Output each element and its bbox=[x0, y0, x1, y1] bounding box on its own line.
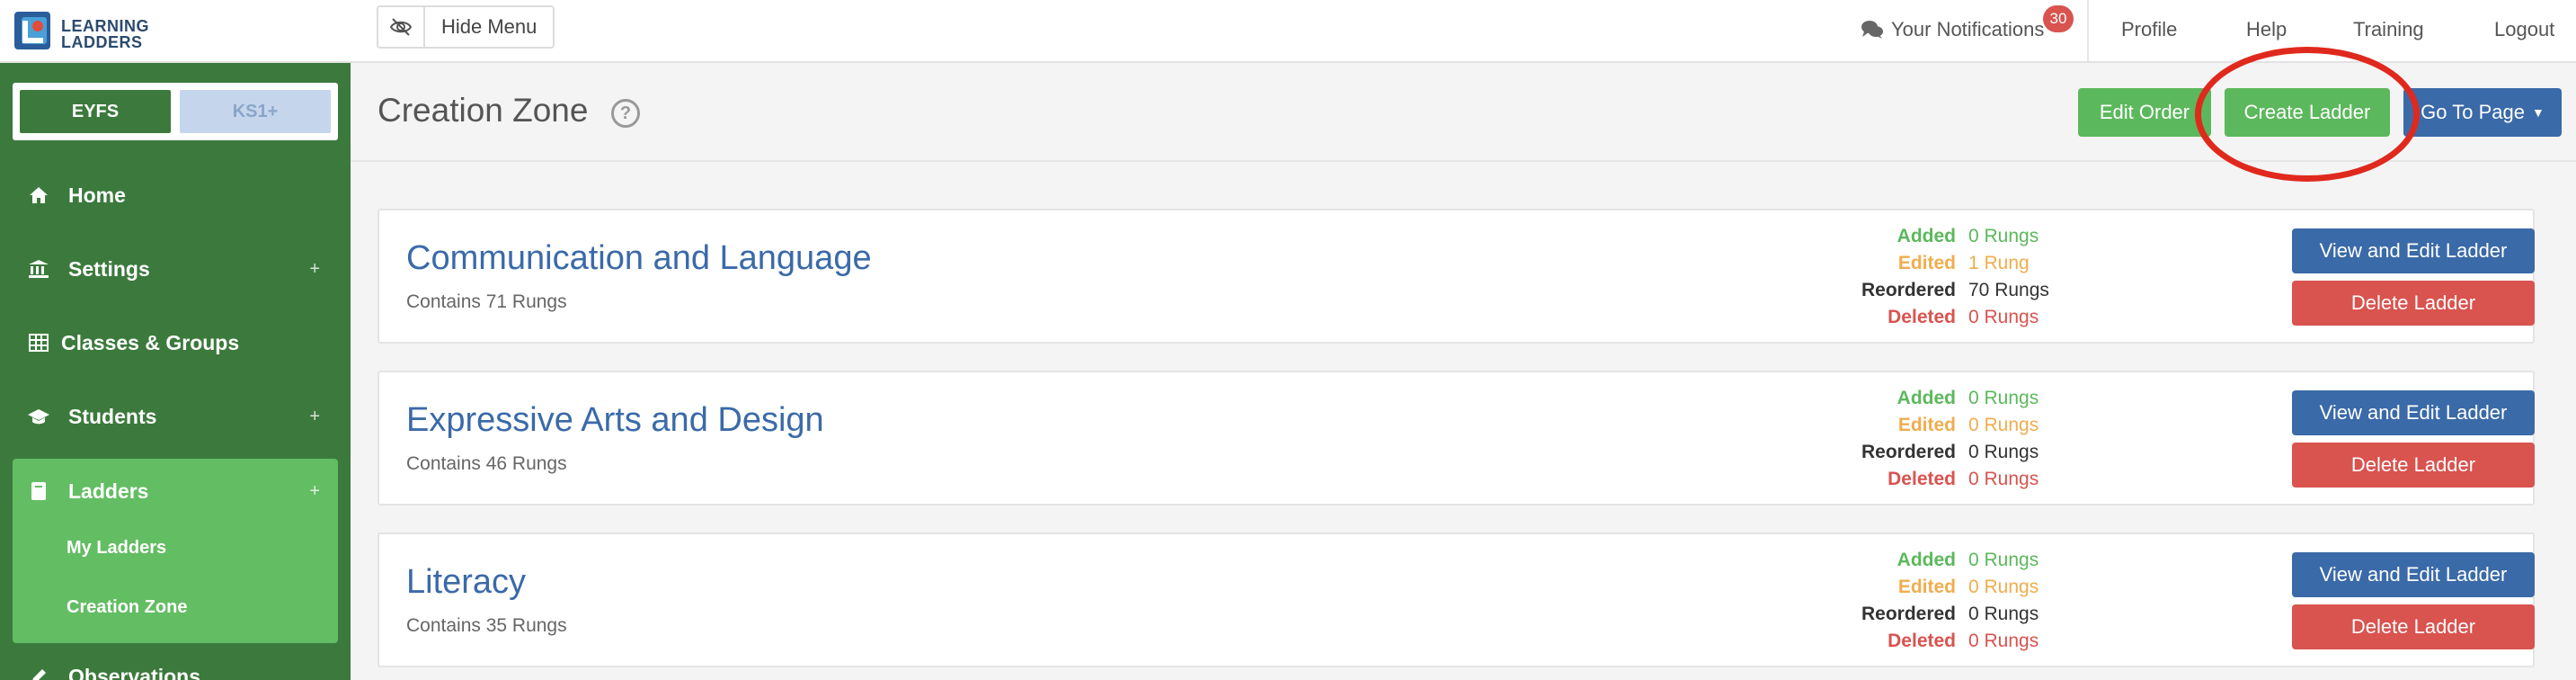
ladder-stats: Added 0 Rungs Edited 0 Rungs Reordered 0 Ru… bbox=[1844, 385, 2078, 493]
stage-toggle: EYFS KS1+ bbox=[13, 83, 338, 140]
notifications-label: Your Notifications bbox=[1891, 18, 2045, 40]
stat-added-label: Added bbox=[1896, 226, 1956, 246]
edit-order-button[interactable]: Edit Order bbox=[2078, 88, 2211, 137]
learning-ladders-logo[interactable]: LEARNING LADDERS bbox=[13, 8, 165, 53]
stat-added-value: 0 Rungs bbox=[1968, 226, 2039, 246]
expand-plus-icon: + bbox=[309, 406, 320, 426]
graduation-cap-icon bbox=[25, 407, 52, 425]
logo-mark-icon bbox=[14, 12, 50, 49]
ladder-rung-count: Contains 71 Rungs bbox=[406, 291, 567, 312]
stat-edited-label: Edited bbox=[1897, 253, 1956, 273]
page-title: Creation Zone bbox=[378, 92, 589, 129]
book-icon bbox=[25, 481, 52, 501]
stat-edited-value: 0 Rungs bbox=[1968, 577, 2039, 597]
expand-plus-icon: + bbox=[309, 258, 320, 279]
stat-reordered-label: Reordered bbox=[1861, 442, 1956, 462]
logout-link[interactable]: Logout bbox=[2494, 18, 2554, 41]
stat-added-label: Added bbox=[1896, 388, 1956, 408]
ladder-rung-count: Contains 46 Rungs bbox=[406, 453, 567, 474]
top-bar: LEARNING LADDERS Hide Menu Your Notifica… bbox=[0, 0, 2576, 63]
stat-deleted-value: 0 Rungs bbox=[1968, 631, 2039, 651]
sidebar-item-label: Ladders bbox=[68, 479, 149, 503]
delete-ladder-button[interactable]: Delete Ladder bbox=[2292, 443, 2535, 488]
notifications-link[interactable]: Your Notifications bbox=[1861, 18, 2044, 41]
sidebar-subitem-creation-zone[interactable]: Creation Zone bbox=[67, 597, 187, 618]
stat-deleted-value: 0 Rungs bbox=[1968, 307, 2039, 327]
table-icon bbox=[25, 334, 52, 352]
stat-edited-label: Edited bbox=[1897, 577, 1956, 597]
sidebar: EYFS KS1+ Home Settings + Classes & Grou… bbox=[0, 63, 351, 680]
ladder-stats: Added 0 Rungs Edited 0 Rungs Reordered 0 Ru… bbox=[1844, 547, 2078, 655]
stage-eyfs-button[interactable]: EYFS bbox=[20, 90, 171, 133]
eye-slash-icon bbox=[378, 7, 425, 47]
sidebar-item-label: Classes & Groups bbox=[61, 330, 240, 354]
top-nav-divider bbox=[2087, 0, 2089, 61]
view-edit-ladder-button[interactable]: View and Edit Ladder bbox=[2292, 390, 2535, 435]
sidebar-item-label: Settings bbox=[68, 256, 150, 281]
bank-icon bbox=[25, 259, 52, 279]
ladder-title[interactable]: Communication and Language bbox=[406, 239, 872, 278]
ladder-title[interactable]: Expressive Arts and Design bbox=[406, 401, 824, 440]
logo-text: LEARNING LADDERS bbox=[61, 17, 149, 51]
stat-added-value: 0 Rungs bbox=[1968, 550, 2039, 570]
expand-plus-icon: + bbox=[309, 480, 320, 501]
sidebar-subitem-my-ladders[interactable]: My Ladders bbox=[67, 538, 166, 559]
sidebar-ladders-group: Ladders + My Ladders Creation Zone bbox=[13, 459, 338, 643]
stat-reordered-label: Reordered bbox=[1861, 280, 1956, 300]
delete-ladder-button[interactable]: Delete Ladder bbox=[2292, 604, 2535, 649]
ladder-card: Expressive Arts and Design Contains 46 R… bbox=[378, 371, 2535, 506]
comments-icon bbox=[1861, 21, 1883, 39]
pencil-icon bbox=[25, 667, 52, 680]
stat-reordered-value: 0 Rungs bbox=[1968, 442, 2039, 462]
stat-edited-value: 1 Rung bbox=[1968, 253, 2030, 273]
delete-ladder-button[interactable]: Delete Ladder bbox=[2292, 281, 2535, 326]
stat-deleted-value: 0 Rungs bbox=[1968, 469, 2039, 489]
sidebar-item-label: Students bbox=[68, 404, 157, 428]
stat-edited-label: Edited bbox=[1897, 415, 1956, 435]
notifications-badge: 30 bbox=[2043, 5, 2074, 32]
sidebar-item-home[interactable]: Home bbox=[13, 168, 338, 222]
question-circle-icon[interactable]: ? bbox=[611, 99, 640, 128]
stat-added-value: 0 Rungs bbox=[1968, 388, 2039, 408]
sidebar-item-classes-groups[interactable]: Classes & Groups bbox=[13, 316, 338, 370]
go-to-page-dropdown[interactable]: Go To Page ▼ bbox=[2403, 88, 2562, 137]
sidebar-item-ladders[interactable]: Ladders + bbox=[13, 464, 338, 518]
training-link[interactable]: Training bbox=[2353, 18, 2424, 41]
ladder-card: Communication and Language Contains 71 R… bbox=[378, 209, 2535, 344]
sidebar-item-label: Observations bbox=[68, 665, 200, 680]
sidebar-item-observations[interactable]: Observations bbox=[13, 661, 338, 680]
annotation-highlight-oval bbox=[2195, 47, 2420, 182]
stat-deleted-label: Deleted bbox=[1888, 307, 1956, 327]
stage-ks1-button[interactable]: KS1+ bbox=[180, 90, 331, 133]
stat-reordered-value: 0 Rungs bbox=[1968, 604, 2039, 624]
hide-menu-label: Hide Menu bbox=[441, 15, 537, 38]
ladder-title[interactable]: Literacy bbox=[406, 563, 526, 602]
home-icon bbox=[25, 185, 52, 205]
sidebar-item-settings[interactable]: Settings + bbox=[13, 242, 338, 296]
go-to-page-label: Go To Page bbox=[2421, 101, 2525, 123]
profile-link[interactable]: Profile bbox=[2121, 18, 2177, 41]
help-link[interactable]: Help bbox=[2246, 18, 2287, 41]
hide-menu-button[interactable]: Hide Menu bbox=[377, 5, 555, 49]
stat-reordered-label: Reordered bbox=[1861, 604, 1956, 624]
stat-added-label: Added bbox=[1896, 550, 1956, 570]
sidebar-item-students[interactable]: Students + bbox=[13, 389, 338, 443]
caret-down-icon: ▼ bbox=[2531, 105, 2545, 120]
stat-deleted-label: Deleted bbox=[1888, 469, 1956, 489]
stat-edited-value: 0 Rungs bbox=[1968, 415, 2039, 435]
view-edit-ladder-button[interactable]: View and Edit Ladder bbox=[2292, 552, 2535, 597]
ladder-stats: Added 0 Rungs Edited 1 Rung Reordered 70 Ru… bbox=[1844, 223, 2078, 331]
ladder-rung-count: Contains 35 Rungs bbox=[406, 615, 567, 636]
ladder-card: Literacy Contains 35 Rungs Added 0 Rungs … bbox=[378, 532, 2535, 667]
sidebar-item-label: Home bbox=[68, 183, 126, 207]
stat-deleted-label: Deleted bbox=[1888, 631, 1956, 651]
view-edit-ladder-button[interactable]: View and Edit Ladder bbox=[2292, 228, 2535, 273]
stat-reordered-value: 70 Rungs bbox=[1968, 280, 2049, 300]
